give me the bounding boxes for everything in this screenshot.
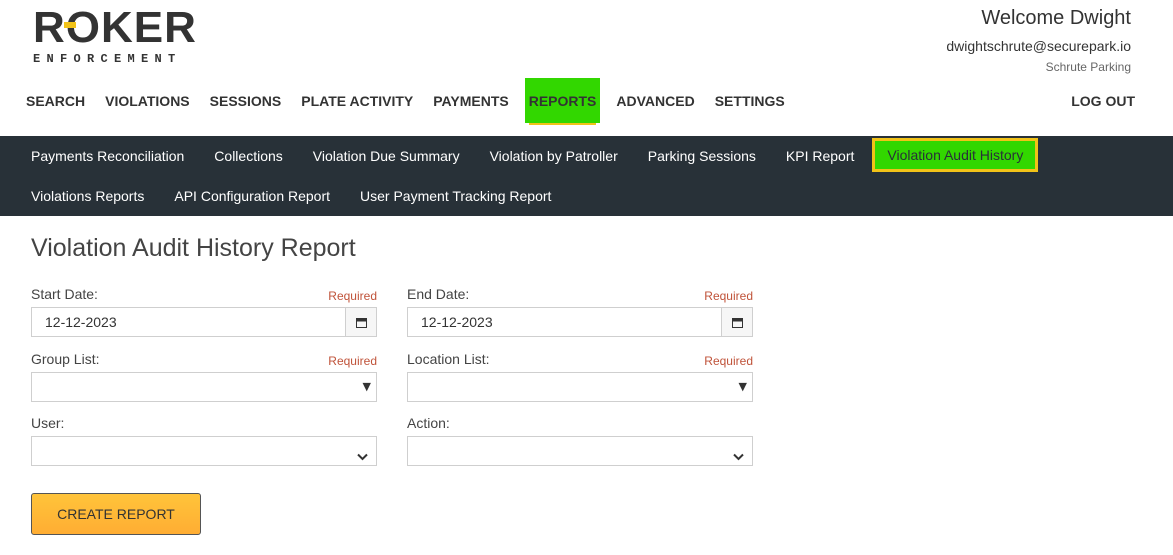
create-report-button[interactable]: CREATE REPORT (31, 493, 201, 535)
start-date-input[interactable]: 12-12-2023 (31, 307, 377, 337)
subnav-collections[interactable]: Collections (214, 148, 282, 164)
logo-subtitle: ENFORCEMENT (33, 52, 182, 66)
required-indicator: Required (328, 354, 377, 368)
subnav-violation-audit-history[interactable]: Violation Audit History (872, 138, 1039, 172)
subnav-row: Payments Reconciliation Collections Viol… (0, 136, 1173, 176)
nav-plate-activity[interactable]: PLATE ACTIVITY (301, 78, 413, 123)
nav-sessions[interactable]: SESSIONS (210, 78, 282, 123)
location-list-label: Location List: (407, 351, 490, 367)
logout-link[interactable]: LOG OUT (1071, 78, 1135, 125)
calendar-icon[interactable] (721, 308, 752, 336)
nav-violations[interactable]: VIOLATIONS (105, 78, 190, 123)
user-select[interactable] (31, 436, 377, 466)
subnav-parking-sessions[interactable]: Parking Sessions (648, 148, 756, 164)
nav-reports[interactable]: REPORTS (524, 78, 601, 125)
subnav-violations-reports[interactable]: Violations Reports (31, 188, 144, 204)
user-label: User: (31, 415, 65, 431)
start-date-group: Start Date: Required 12-12-2023 (31, 286, 377, 337)
end-date-label: End Date: (407, 286, 470, 302)
subnav-payments-reconciliation[interactable]: Payments Reconciliation (31, 148, 184, 164)
subnav-row: Violations Reports API Configuration Rep… (0, 176, 1173, 216)
user-email: dwightschrute@securepark.io (946, 38, 1131, 54)
triangle-down-icon: ▼ (362, 380, 371, 393)
group-list-group: Group List: Required ▼ (31, 351, 377, 402)
start-date-label: Start Date: (31, 286, 98, 302)
nav-advanced[interactable]: ADVANCED (616, 78, 694, 123)
logo-wordmark: ROKER (33, 3, 197, 52)
required-indicator: Required (704, 354, 753, 368)
required-indicator: Required (328, 289, 377, 303)
subnav-api-configuration-report[interactable]: API Configuration Report (174, 188, 330, 204)
chevron-down-icon (733, 446, 744, 465)
subnav-violation-by-patroller[interactable]: Violation by Patroller (490, 148, 618, 164)
end-date-group: End Date: Required 12-12-2023 (407, 286, 753, 337)
user-group: User: (31, 415, 377, 466)
group-list-label: Group List: (31, 351, 100, 367)
location-list-select[interactable]: ▼ (407, 372, 753, 402)
location-list-group: Location List: Required ▼ (407, 351, 753, 402)
company-name: Schrute Parking (1045, 60, 1131, 74)
reports-subnav: Payments Reconciliation Collections Viol… (0, 136, 1173, 216)
nav-search[interactable]: SEARCH (26, 78, 85, 123)
welcome-text: Welcome Dwight (981, 7, 1131, 29)
calendar-icon[interactable] (345, 308, 376, 336)
group-list-select[interactable]: ▼ (31, 372, 377, 402)
page-title: Violation Audit History Report (31, 234, 356, 262)
start-date-value: 12-12-2023 (45, 314, 117, 330)
triangle-down-icon: ▼ (738, 380, 747, 393)
action-group: Action: (407, 415, 753, 466)
end-date-value: 12-12-2023 (421, 314, 493, 330)
chevron-down-icon (357, 446, 368, 465)
subnav-violation-due-summary[interactable]: Violation Due Summary (313, 148, 460, 164)
action-select[interactable] (407, 436, 753, 466)
main-nav: SEARCH VIOLATIONS SESSIONS PLATE ACTIVIT… (26, 78, 805, 125)
nav-payments[interactable]: PAYMENTS (433, 78, 508, 123)
logo: ROKER ENFORCEMENT (33, 3, 197, 67)
user-info: Welcome Dwight dwightschrute@securepark.… (946, 7, 1131, 74)
nav-settings[interactable]: SETTINGS (715, 78, 785, 123)
required-indicator: Required (704, 289, 753, 303)
subnav-kpi-report[interactable]: KPI Report (786, 148, 854, 164)
subnav-user-payment-tracking-report[interactable]: User Payment Tracking Report (360, 188, 551, 204)
end-date-input[interactable]: 12-12-2023 (407, 307, 753, 337)
action-label: Action: (407, 415, 450, 431)
